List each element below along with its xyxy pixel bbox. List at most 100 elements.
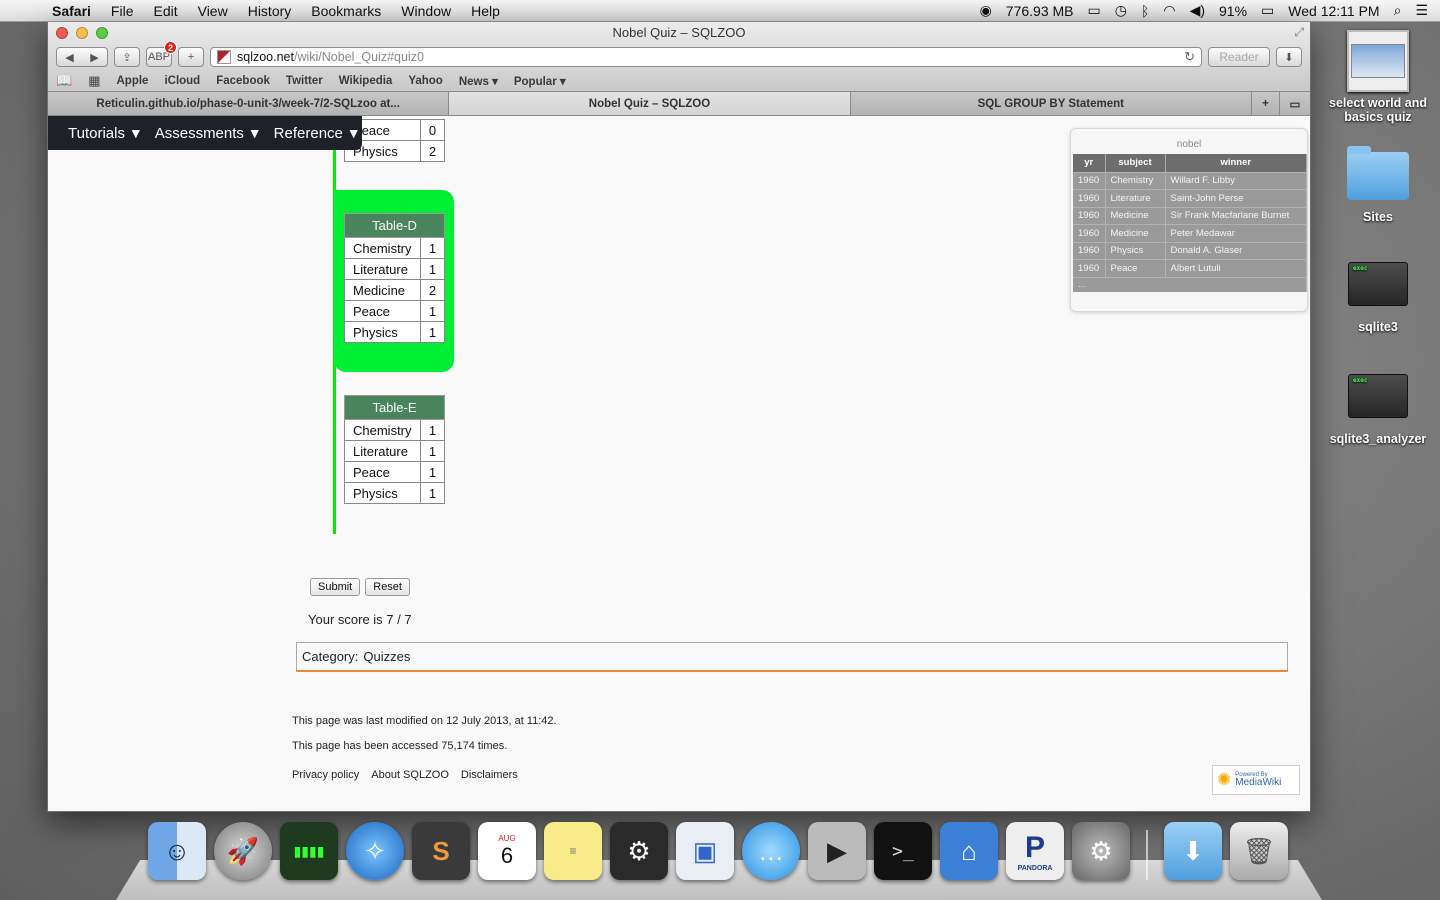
- desktop-icon-sqlite3-analyzer[interactable]: exec sqlite3_analyzer: [1323, 374, 1433, 446]
- desktop-icon-quiz-doc[interactable]: select world and basics quiz: [1323, 30, 1433, 124]
- menu-help[interactable]: Help: [461, 3, 510, 19]
- bookmark-news[interactable]: News ▾: [459, 74, 498, 88]
- answer-table-d[interactable]: Table-D Chemistry 1 Literature 1 Medicine 2…: [344, 213, 445, 343]
- address-bar[interactable]: sqlzoo.net /wiki/Nobel_Quiz#quiz0 ↻: [210, 47, 1202, 67]
- table-row: Physics 1: [344, 482, 445, 504]
- document-thumbnail-icon: [1347, 30, 1409, 92]
- tab-group-by[interactable]: SQL GROUP BY Statement: [850, 92, 1252, 115]
- menu-app-safari[interactable]: Safari: [42, 3, 101, 19]
- table-cell: 1960: [1073, 206, 1106, 225]
- table-cell: Medicine: [1105, 206, 1166, 225]
- bookmarks-bar: 📖 ▦ Apple iCloud Facebook Twitter Wikipe…: [56, 72, 1302, 90]
- column-header: subject: [1105, 154, 1166, 172]
- facetime-icon[interactable]: ▶: [808, 822, 866, 880]
- add-tab-button[interactable]: +: [1251, 92, 1280, 115]
- bookmark-twitter[interactable]: Twitter: [286, 75, 323, 87]
- airplay-icon[interactable]: ▭: [1088, 2, 1101, 19]
- bookmark-facebook[interactable]: Facebook: [216, 75, 270, 87]
- top-sites-icon[interactable]: ▦: [88, 73, 100, 89]
- desktop-icon-label: sqlite3_analyzer: [1329, 432, 1427, 446]
- about-link[interactable]: About SQLZOO: [371, 769, 449, 781]
- share-button[interactable]: ⇪: [114, 47, 140, 67]
- table-title: Table-D: [344, 213, 445, 238]
- spotlight-icon[interactable]: ⌕: [1394, 2, 1402, 19]
- bookmark-apple[interactable]: Apple: [116, 75, 148, 87]
- downloads-folder-icon[interactable]: ⬇: [1164, 822, 1222, 880]
- url-domain: sqlzoo.net: [237, 50, 294, 64]
- system-preferences-icon[interactable]: ⚙: [1072, 822, 1130, 880]
- time-machine-icon[interactable]: ◷: [1115, 2, 1127, 19]
- stickies-icon[interactable]: ≡: [544, 822, 602, 880]
- table-cell: 1: [420, 440, 445, 462]
- messages-icon[interactable]: …: [742, 822, 800, 880]
- tab-github[interactable]: Reticulin.github.io/phase-0-unit-3/week-…: [48, 92, 450, 115]
- pandora-icon[interactable]: P PANDORA: [1006, 822, 1064, 880]
- downloads-button[interactable]: ⬇: [1276, 47, 1302, 67]
- reload-icon[interactable]: ↻: [1184, 49, 1195, 65]
- battery-icon[interactable]: ▭: [1261, 2, 1274, 19]
- volume-icon[interactable]: ◀): [1190, 2, 1205, 19]
- table-cell: Peace: [344, 461, 421, 483]
- new-tab-button[interactable]: +: [178, 47, 204, 67]
- disclaimers-link[interactable]: Disclaimers: [461, 769, 518, 781]
- reader-button[interactable]: Reader: [1208, 47, 1270, 67]
- adblock-button[interactable]: ABP 2: [146, 41, 177, 67]
- privacy-policy-link[interactable]: Privacy policy: [292, 769, 359, 781]
- safari-icon[interactable]: ✧: [346, 822, 404, 880]
- tab-overview-button[interactable]: ▭: [1279, 92, 1310, 115]
- steam-icon[interactable]: ⚙: [610, 822, 668, 880]
- calendar-icon[interactable]: AUG 6: [478, 822, 536, 880]
- clock[interactable]: Wed 12:11 PM: [1288, 3, 1379, 19]
- table-cell: Saint-John Perse: [1165, 189, 1307, 207]
- menu-file[interactable]: File: [101, 3, 144, 19]
- menu-view[interactable]: View: [188, 3, 238, 19]
- activity-monitor-icon[interactable]: ▮▮▮▮: [280, 822, 338, 880]
- nav-tutorials[interactable]: Tutorials: [68, 125, 143, 142]
- reading-list-icon[interactable]: 📖: [56, 73, 72, 89]
- reset-button[interactable]: Reset: [365, 578, 410, 596]
- mediawiki-text: MediaWiki: [1235, 777, 1282, 788]
- category-link-quizzes[interactable]: Quizzes: [363, 649, 410, 664]
- bookmark-icloud[interactable]: iCloud: [164, 75, 200, 87]
- menu-window[interactable]: Window: [391, 3, 461, 19]
- desktop-icon-sqlite3[interactable]: exec sqlite3: [1323, 262, 1433, 334]
- bookmark-wikipedia[interactable]: Wikipedia: [339, 75, 393, 87]
- column-header: yr: [1073, 154, 1106, 172]
- memory-icon[interactable]: ◉: [980, 2, 992, 19]
- table-cell: 1960: [1073, 189, 1106, 207]
- forward-icon[interactable]: ▶: [90, 51, 98, 64]
- powered-by-mediawiki-badge[interactable]: ✺ Powered By MediaWiki: [1212, 765, 1300, 795]
- nav-assessments[interactable]: Assessments: [155, 125, 262, 142]
- keynote-icon[interactable]: ⌂: [940, 822, 998, 880]
- back-icon[interactable]: ◀: [65, 51, 73, 64]
- submit-button[interactable]: Submit: [310, 578, 361, 596]
- table-cell: Chemistry: [344, 237, 421, 259]
- sublime-text-icon[interactable]: S: [412, 822, 470, 880]
- wifi-icon[interactable]: ◠: [1163, 2, 1175, 19]
- table-cell: 1: [420, 300, 445, 322]
- menu-bookmarks[interactable]: Bookmarks: [301, 3, 391, 19]
- menu-edit[interactable]: Edit: [143, 3, 187, 19]
- table-cell: Donald A. Glaser: [1165, 241, 1307, 260]
- launchpad-icon[interactable]: 🚀: [214, 822, 272, 880]
- finder-icon[interactable]: ☺: [148, 822, 206, 880]
- battery-percent[interactable]: 91%: [1219, 3, 1247, 19]
- table-cell: 1: [420, 237, 445, 259]
- terminal-icon[interactable]: >_: [874, 822, 932, 880]
- table-cell: Chemistry: [1105, 171, 1166, 190]
- desktop-icon-sites[interactable]: Sites: [1323, 146, 1433, 224]
- mediawiki-sunflower-icon: ✺: [1217, 770, 1232, 789]
- preview-icon[interactable]: ▣: [676, 822, 734, 880]
- answer-table-e[interactable]: Table-E Chemistry 1 Literature 1 Peace 1 Ph…: [344, 395, 445, 504]
- bluetooth-icon[interactable]: ᛒ: [1141, 3, 1149, 19]
- bookmark-popular[interactable]: Popular ▾: [514, 74, 566, 88]
- notification-center-icon[interactable]: ☰: [1415, 2, 1428, 19]
- menu-history[interactable]: History: [238, 3, 302, 19]
- nav-reference[interactable]: Reference: [274, 125, 361, 142]
- fullscreen-icon[interactable]: ⤢: [1294, 25, 1304, 40]
- memory-readout[interactable]: 776.93 MB: [1006, 3, 1074, 19]
- table-row: 1960 Literature Saint-John Perse: [1073, 189, 1307, 207]
- trash-icon[interactable]: 🗑: [1230, 822, 1288, 880]
- tab-nobel-quiz[interactable]: Nobel Quiz – SQLZOO: [449, 92, 851, 115]
- bookmark-yahoo[interactable]: Yahoo: [408, 75, 443, 87]
